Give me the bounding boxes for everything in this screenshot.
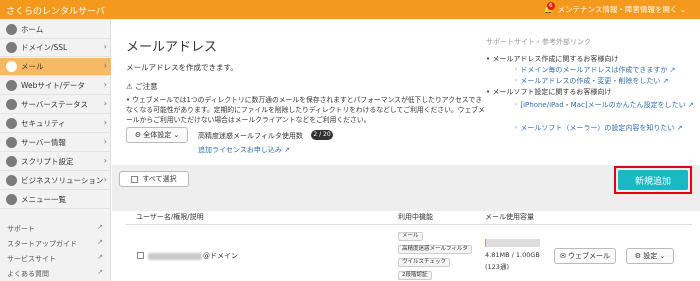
column-header-usage: メール使用容量 <box>485 213 534 221</box>
mail-icon: ✉ <box>559 252 569 260</box>
external-link-icon: ↗ <box>97 238 103 246</box>
business-icon <box>6 175 17 186</box>
webmail-button[interactable]: ✉ ウェブメール <box>554 248 616 264</box>
sidebar-item-domain[interactable]: ドメイン/SSL › <box>0 39 111 57</box>
support-group-heading: • メールアドレス作成に関するお客様向け <box>486 55 619 63</box>
sidebar-item-security[interactable]: セキュリティ › <box>0 115 111 133</box>
sidebar-item-business[interactable]: ビジネスソリューション › <box>0 172 111 190</box>
chevron-right-icon: › <box>103 42 107 51</box>
mail-icon <box>6 61 17 72</box>
external-link-icon: ↗ <box>97 253 103 261</box>
support-link[interactable]: ◦ メールソフト（メーラー）の設定内容を知りたい ↗ <box>514 123 682 133</box>
table-divider <box>126 224 692 225</box>
chevron-right-icon: › <box>103 175 107 184</box>
lock-icon <box>6 118 17 129</box>
list-toolbar <box>112 165 700 211</box>
chevron-right-icon: › <box>103 61 107 70</box>
sidebar-link-startup-guide[interactable]: スタートアップガイド ↗ <box>7 237 107 251</box>
gear-icon: ⚙ <box>634 252 644 260</box>
external-link-icon: ↗ <box>284 146 290 154</box>
row-checkbox[interactable] <box>137 252 144 259</box>
filter-usage-count: 2 / 20 <box>311 130 333 140</box>
warning-icon: ⚠ <box>126 82 136 91</box>
script-icon <box>6 156 17 167</box>
sidebar-item-script[interactable]: スクリプト設定 › <box>0 153 111 171</box>
chevron-down-icon: ⌄ <box>657 252 666 260</box>
chevron-down-icon: ⌄ <box>171 131 180 139</box>
notice-count-badge: 6 <box>546 2 555 10</box>
usage-bar <box>485 239 540 247</box>
page-title: メールアドレス <box>126 40 218 55</box>
chevron-right-icon: › <box>103 137 107 146</box>
global-settings-button[interactable]: ⚙ 全体設定 ⌄ <box>126 127 188 143</box>
support-link[interactable]: ◦ ドメイン毎のメールアドレスは作成できますか ↗ <box>514 65 675 75</box>
menu-icon <box>6 194 17 205</box>
sidebar-link-support[interactable]: サポート ↗ <box>7 222 107 236</box>
support-title: サポートサイト・参考外部リンク <box>486 38 591 46</box>
sidebar-link-faq[interactable]: よくある質問 ↗ <box>7 267 107 281</box>
external-link-icon: ↗ <box>97 223 103 231</box>
brand-logo[interactable]: さくらのレンタルサーバ <box>6 4 105 17</box>
sidebar-item-server-status[interactable]: サーバーステータス › <box>0 96 111 114</box>
sidebar-link-service-site[interactable]: サービスサイト ↗ <box>7 252 107 266</box>
web-icon <box>6 80 17 91</box>
globe-icon <box>6 42 17 53</box>
usage-count: (123通) <box>485 263 509 271</box>
support-link[interactable]: ◦ [iPhone/iPad・Mac]メールのかんたん設定をしたい ↗ <box>514 100 694 110</box>
external-link-icon: ↗ <box>97 268 103 276</box>
column-header-user: ユーザー名/権限/説明 <box>136 213 204 221</box>
bell-icon: 🔔6 <box>544 2 555 14</box>
main-content: メールアドレス メールアドレスを作成できます。 ⚠ ご注意 • ウェブメールでは… <box>112 19 700 281</box>
column-header-features: 利用中機能 <box>398 213 433 221</box>
sidebar-item-menu-list[interactable]: メニュー一覧 <box>0 191 111 209</box>
sidebar: ホーム ドメイン/SSL › メール › Webサイト/データ › サーバーステータス… <box>0 19 111 281</box>
top-bar: さくらのレンタルサーバ 🔔6 メンテナンス情報・障害情報を開く ⌄ <box>0 0 700 19</box>
usage-bar-fill <box>485 239 487 247</box>
feature-tag: 高精度迷惑メールフィルタ <box>398 245 472 254</box>
feature-tag: メール <box>398 232 423 241</box>
sidebar-item-server-info[interactable]: サーバー情報 › <box>0 134 111 152</box>
maintenance-notice-label: メンテナンス情報・障害情報を開く ⌄ <box>557 5 686 14</box>
row-settings-button[interactable]: ⚙ 設定 ⌄ <box>626 248 674 264</box>
feature-tag: 2段階認証 <box>398 271 432 280</box>
page-intro: メールアドレスを作成できます。 <box>126 63 238 72</box>
home-icon <box>6 24 17 35</box>
external-link-icon: ↗ <box>662 77 669 85</box>
info-icon <box>6 137 17 148</box>
external-link-icon: ↗ <box>676 124 683 132</box>
chevron-right-icon: › <box>103 118 107 127</box>
caution-text: • ウェブメールでは1つのディレクトリに数万通のメールを保存されますとパフォーマ… <box>126 96 485 124</box>
select-all-button[interactable]: すべて選択 <box>119 171 189 187</box>
sidebar-item-web[interactable]: Webサイト/データ › <box>0 77 111 95</box>
server-icon <box>6 99 17 110</box>
sidebar-item-home[interactable]: ホーム <box>0 21 111 39</box>
chevron-right-icon: › <box>103 156 107 165</box>
caution-heading: ⚠ ご注意 <box>126 82 158 91</box>
add-license-link[interactable]: 追加ライセンスお申し込み ↗ <box>198 145 290 155</box>
chevron-right-icon: › <box>103 80 107 89</box>
select-all-checkbox[interactable] <box>131 175 139 183</box>
new-add-button[interactable]: 新規追加 <box>618 170 688 190</box>
user-name[interactable]: @ドメイン <box>148 251 238 261</box>
usage-text: 4.81MB / 1.00GB <box>485 251 540 259</box>
gear-icon: ⚙ <box>134 131 144 139</box>
new-button-highlight: 新規追加 <box>614 166 692 194</box>
external-link-icon: ↗ <box>669 66 676 74</box>
sidebar-item-mail[interactable]: メール › <box>0 58 111 76</box>
external-link-icon: ↗ <box>687 101 694 109</box>
chevron-right-icon: › <box>103 99 107 108</box>
maintenance-notice[interactable]: 🔔6 メンテナンス情報・障害情報を開く ⌄ <box>544 2 686 15</box>
support-link[interactable]: ◦ メールアドレスの作成・変更・削除をしたい ↗ <box>514 76 668 86</box>
filter-usage-label: 高精度迷惑メールフィルタ使用数 <box>198 132 303 140</box>
redacted-username <box>148 252 202 260</box>
feature-tag: ウイルスチェック <box>398 258 451 267</box>
support-group-heading: • メールソフト設定に関するお客様向け <box>486 88 612 96</box>
